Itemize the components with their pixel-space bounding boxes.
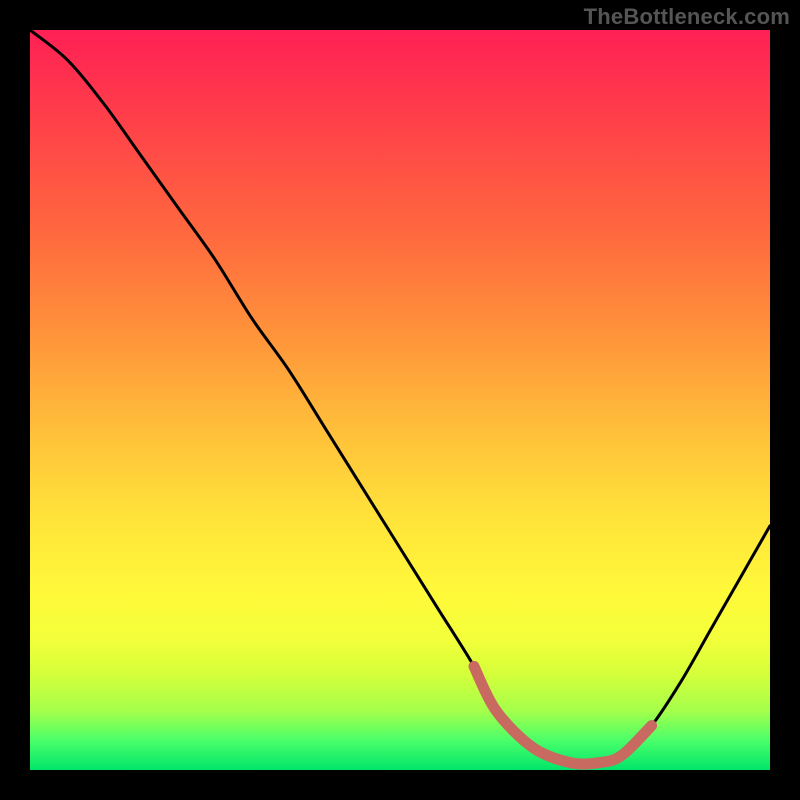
plot-area [30,30,770,770]
curve-main [30,30,770,764]
chart-frame: TheBottleneck.com [0,0,800,800]
watermark-text: TheBottleneck.com [584,4,790,30]
bottleneck-curve [30,30,770,770]
curve-highlight [474,666,652,764]
